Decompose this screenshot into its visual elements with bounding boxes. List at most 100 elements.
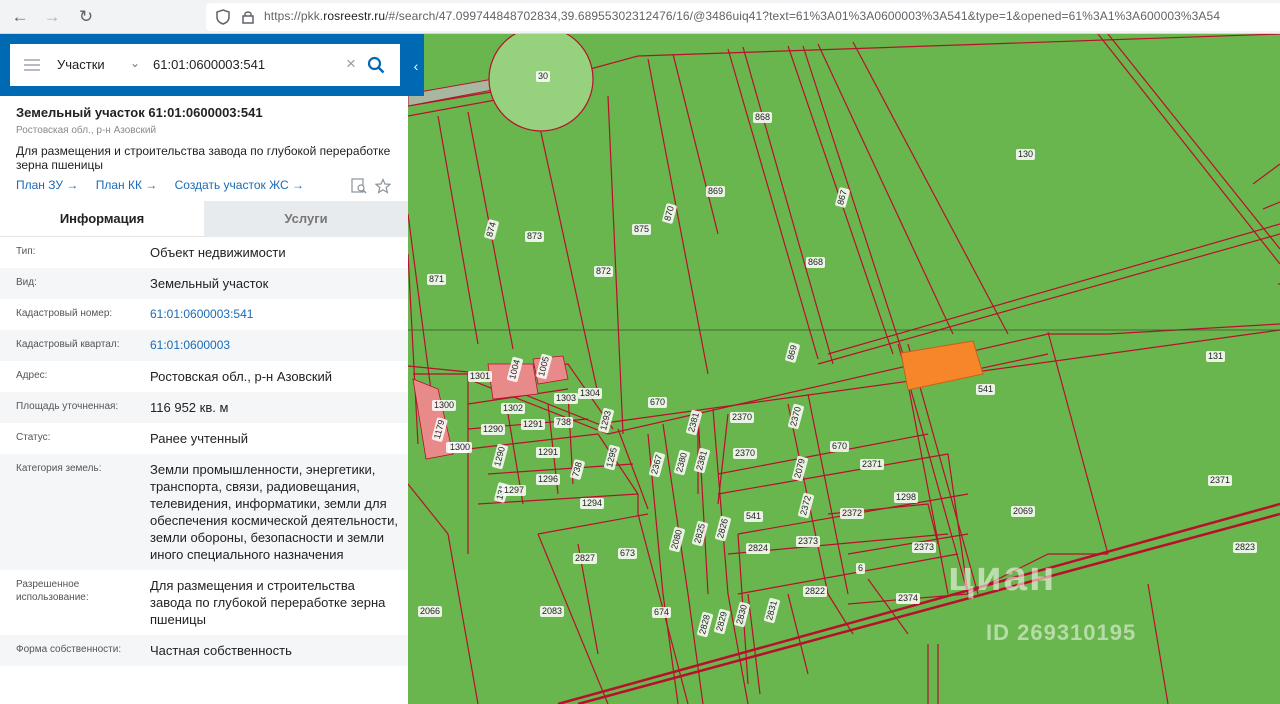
detail-row-land-category: Категория земель: Земли промышленности, э…	[0, 454, 408, 570]
detail-label: Адрес:	[16, 370, 48, 381]
cadastral-quarter-link[interactable]: 61:01:0600003	[150, 330, 408, 361]
parcel-label: 873	[525, 231, 545, 242]
parcel-label: 674	[652, 607, 672, 618]
parcel-label: 871	[427, 274, 447, 285]
parcel-label: 872	[594, 266, 614, 277]
collapse-panel-icon[interactable]: ‹	[408, 56, 424, 76]
selected-parcel-541[interactable]	[900, 340, 984, 391]
parcel-label: 1298	[894, 492, 919, 503]
parcel-label: 1303	[554, 393, 579, 404]
lock-icon[interactable]	[242, 10, 254, 24]
tab-services[interactable]: Услуги	[204, 201, 408, 237]
browser-toolbar: ← → ↻ https://pkk.rosreestr.ru/#/search/…	[0, 0, 1280, 34]
parcel-label: 2373	[796, 536, 821, 547]
parcel-label: 2371	[1208, 475, 1233, 486]
parcel-label: 868	[806, 257, 826, 268]
parcel-label: 1302	[501, 403, 526, 414]
watermark-logo: циан	[948, 552, 1057, 599]
parcel-label: 2372	[840, 508, 865, 519]
parcel-label: 1296	[536, 474, 561, 485]
detail-value: Объект недвижимости	[150, 245, 286, 260]
parcel-30-circle[interactable]	[488, 34, 594, 132]
detail-row-cadastral-quarter: Кадастровый квартал: 61:01:0600003	[0, 330, 408, 361]
parcel-label: 130	[1016, 149, 1036, 160]
parcel-label: 673	[618, 548, 638, 559]
parcel-label: 1304	[578, 388, 603, 399]
object-region: Ростовская обл., р-н Азовский	[16, 125, 157, 136]
detail-value: Для размещения и строительства завода по…	[150, 578, 386, 627]
detail-row-permitted-use: Разрешенное использование: Для размещения…	[0, 570, 408, 635]
address-url[interactable]: https://pkk.rosreestr.ru/#/search/47.099…	[264, 9, 1220, 23]
parcel-label: 670	[830, 441, 850, 452]
hamburger-menu-icon[interactable]	[24, 59, 40, 71]
parcel-label: 1294	[580, 498, 605, 509]
parcel-label: 2827	[573, 553, 598, 564]
detail-label: Тип:	[16, 246, 36, 257]
parcel-label: 541	[744, 511, 764, 522]
tab-info[interactable]: Информация	[0, 201, 204, 237]
detail-label: Категория земель:	[16, 463, 102, 474]
parcel-label: 131	[1206, 351, 1226, 362]
parcel-label: 1291	[521, 419, 546, 430]
parcel-label: 2374	[896, 593, 921, 604]
search-box: Участки ⌄ 61:01:0600003:541 ×	[10, 44, 400, 86]
parcel-label: 670	[648, 397, 668, 408]
detail-label: Кадастровый квартал:	[16, 339, 120, 350]
details-list: Тип: Объект недвижимости Вид: Земельный уч…	[0, 237, 408, 666]
detail-label: Площадь уточненная:	[16, 401, 119, 412]
object-links: План ЗУ → План КК → Создать участок ЖС →	[16, 178, 318, 192]
parcel-label: 541	[976, 384, 996, 395]
detail-value: Ростовская обл., р-н Азовский	[150, 369, 333, 384]
detail-row-cadastral-number: Кадастровый номер: 61:01:0600003:541	[0, 299, 408, 330]
parcel-label: 868	[753, 112, 773, 123]
detail-value: Земли промышленности, энергетики, трансп…	[150, 462, 398, 562]
parcel-label: 2066	[418, 606, 443, 617]
object-purpose: Для размещения и строительства завода по…	[16, 144, 391, 172]
forward-arrow-icon[interactable]: →	[40, 6, 64, 28]
star-icon[interactable]	[375, 178, 391, 194]
detail-row-address: Адрес: Ростовская обл., р-н Азовский	[0, 361, 408, 392]
back-arrow-icon[interactable]: ←	[8, 6, 32, 28]
detail-row-type: Тип: Объект недвижимости	[0, 237, 408, 268]
tab-bar: Информация Услуги	[0, 201, 408, 237]
info-panel: Земельный участок 61:01:0600003:541 Рост…	[0, 96, 408, 704]
search-icon[interactable]	[367, 56, 385, 74]
detail-value: Ранее учтенный	[150, 431, 248, 446]
create-parcel-link[interactable]: Создать участок ЖС →	[175, 178, 304, 192]
chevron-down-icon[interactable]: ⌄	[130, 56, 140, 70]
search-document-icon[interactable]	[351, 178, 367, 194]
parcel-label: 30	[536, 71, 551, 82]
detail-label: Разрешенное использование:	[16, 579, 89, 603]
search-input[interactable]: 61:01:0600003:541	[153, 57, 265, 72]
parcel-label: 1297	[502, 485, 527, 496]
watermark-id: ID 269310195	[986, 620, 1137, 645]
parcel-label: 2371	[860, 459, 885, 470]
parcel-label: 2083	[540, 606, 565, 617]
detail-row-area: Площадь уточненная: 116 952 кв. м	[0, 392, 408, 423]
detail-row-status: Статус: Ранее учтенный	[0, 423, 408, 454]
shield-icon[interactable]	[216, 9, 230, 25]
parcel-label: 1290	[481, 424, 506, 435]
detail-row-kind: Вид: Земельный участок	[0, 268, 408, 299]
parcel-label: 6	[856, 563, 866, 574]
parcel-label: 875	[632, 224, 652, 235]
address-bar[interactable]: https://pkk.rosreestr.ru/#/search/47.099…	[206, 3, 1280, 31]
parcel-label: 1291	[536, 447, 561, 458]
detail-label: Кадастровый номер:	[16, 308, 113, 319]
parcel-label: 2823	[1233, 542, 1258, 553]
search-bar: Участки ⌄ 61:01:0600003:541 × ‹	[0, 34, 424, 96]
search-type-select[interactable]: Участки	[57, 57, 105, 72]
plan-kk-link[interactable]: План КК →	[96, 178, 158, 192]
plan-zu-link[interactable]: План ЗУ →	[16, 178, 78, 192]
cadastral-map[interactable]: 30 868 130 869 867 874 873 875 870 868 871 872 869 13…	[408, 34, 1280, 704]
parcel-label: 2824	[746, 543, 771, 554]
detail-label: Форма собственности:	[16, 644, 122, 655]
detail-value: 116 952 кв. м	[150, 400, 229, 415]
clear-icon[interactable]: ×	[346, 54, 356, 74]
object-title: Земельный участок 61:01:0600003:541	[16, 105, 263, 120]
detail-value: Земельный участок	[150, 276, 269, 291]
detail-label: Вид:	[16, 277, 37, 288]
cadastral-number-link[interactable]: 61:01:0600003:541	[150, 299, 408, 330]
parcel-label: 1301	[468, 371, 493, 382]
reload-icon[interactable]: ↻	[74, 6, 98, 28]
